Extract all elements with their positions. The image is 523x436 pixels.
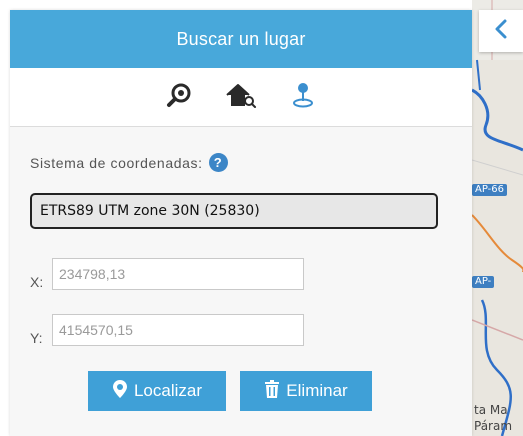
search-location-icon [166, 82, 192, 112]
map-view[interactable]: AP-66 AP- ta Ma Páram [472, 0, 523, 436]
map-pin-icon [291, 81, 315, 113]
clear-button[interactable]: Eliminar [240, 371, 372, 411]
road-label: AP- [472, 276, 495, 288]
panel-header: Buscar un lugar [10, 10, 472, 68]
road-label: AP-66 [472, 184, 507, 196]
search-mode-toolbar [10, 68, 472, 127]
search-by-place-tool[interactable] [164, 82, 194, 112]
collapse-panel-button[interactable] [479, 10, 523, 52]
panel-title: Buscar un lugar [176, 28, 306, 49]
crs-label: Sistema de coordenadas: ? [30, 153, 228, 172]
map-roads [472, 0, 523, 436]
clear-button-label: Eliminar [286, 381, 348, 400]
x-coordinate-input[interactable] [52, 258, 304, 290]
house-search-icon [225, 81, 257, 113]
x-label: X: [30, 274, 44, 290]
crs-select[interactable]: ETRS89 UTM zone 30N (25830) [30, 193, 438, 229]
locate-button-label: Localizar [133, 381, 203, 400]
place-label: Páram [474, 419, 513, 433]
locate-button[interactable]: Localizar [88, 371, 226, 411]
place-label: ta Ma [474, 403, 508, 417]
y-label: Y: [30, 330, 43, 346]
help-icon[interactable]: ? [208, 153, 228, 172]
crs-selected-value: ETRS89 UTM zone 30N (25830) [40, 203, 260, 219]
search-by-address-tool[interactable] [226, 82, 256, 112]
y-coordinate-input[interactable] [52, 314, 304, 346]
trash-icon [264, 379, 280, 404]
crs-label-text: Sistema de coordenadas: [30, 154, 203, 171]
chevron-left-icon [494, 17, 508, 45]
search-by-coordinates-tool[interactable] [288, 82, 318, 112]
locate-pin-icon [112, 379, 128, 404]
